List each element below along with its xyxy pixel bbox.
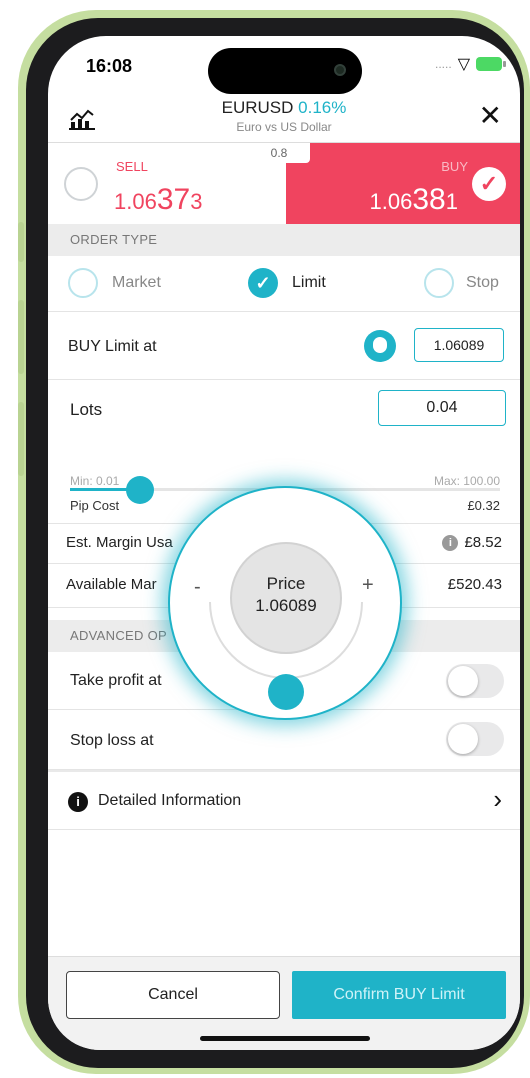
buy-price: 1.06381: [370, 183, 458, 217]
instrument-symbol: EURUSD: [221, 98, 294, 117]
volume-down-button: [18, 402, 24, 476]
margin-label: Est. Margin Usa: [66, 534, 173, 551]
order-type-row: Market ✓ Limit Stop: [48, 256, 520, 312]
status-time: 16:08: [86, 56, 133, 76]
stop-loss-label: Stop loss at: [70, 732, 154, 749]
limit-price-input[interactable]: 1.06089: [414, 328, 504, 362]
order-header: EURUSD 0.16% Euro vs US Dollar ✕: [48, 96, 520, 144]
details-row[interactable]: Detailed Information: [48, 770, 520, 830]
sell-label: SELL: [116, 159, 148, 174]
camera-dot: [334, 64, 346, 76]
cancel-button[interactable]: Cancel: [66, 971, 280, 1019]
margin-value: £8.52: [464, 534, 502, 551]
check-icon: ✓: [472, 167, 506, 201]
quote-panel: SELL 1.06373 BUY 1.06381 ✓ 0.8: [48, 142, 520, 225]
lots-max: Max: 100.00: [433, 474, 500, 488]
dial-plus-button[interactable]: +: [362, 574, 374, 597]
price-dial-icon[interactable]: [364, 330, 396, 362]
limit-row: BUY Limit at 1.06089: [48, 312, 520, 380]
stop-radio[interactable]: [424, 268, 454, 298]
status-indicators: ..... ▽: [435, 54, 506, 74]
battery-icon: [476, 57, 506, 71]
order-type-limit[interactable]: Limit: [292, 274, 326, 292]
order-type-heading: ORDER TYPE: [48, 224, 520, 256]
dial-label: Price: [266, 574, 306, 593]
dial-value: 1.06089: [255, 596, 317, 615]
instrument-title: EURUSD 0.16%: [48, 98, 520, 118]
buy-price-big: 38: [412, 183, 446, 216]
side-button: [18, 222, 24, 262]
limit-check-icon[interactable]: ✓: [248, 268, 278, 298]
dial-minus-button[interactable]: -: [194, 576, 201, 599]
stop-loss-toggle[interactable]: [446, 722, 504, 756]
details-label: Detailed Information: [98, 792, 242, 809]
take-profit-toggle[interactable]: [446, 664, 504, 698]
buy-button[interactable]: BUY 1.06381 ✓: [286, 143, 520, 225]
signal-icon: .....: [435, 57, 452, 71]
lots-min: Min: 0.01: [70, 474, 120, 488]
lots-input[interactable]: 0.04: [378, 390, 506, 426]
info-circle-icon: i: [68, 792, 88, 812]
buy-label: BUY: [441, 159, 468, 174]
market-radio[interactable]: [68, 268, 98, 298]
home-indicator[interactable]: [200, 1036, 370, 1041]
wifi-icon: ▽: [457, 56, 470, 73]
buy-price-suffix: 1: [445, 189, 458, 214]
volume-up-button: [18, 300, 24, 374]
app-screen: 16:08 ..... ▽ EURUSD 0.16% Euro vs US Do…: [48, 36, 520, 1050]
confirm-button[interactable]: Confirm BUY Limit: [292, 971, 506, 1019]
order-type-market[interactable]: Market: [112, 274, 161, 292]
dial-thumb[interactable]: [268, 674, 304, 710]
chevron-right-icon[interactable]: ›: [493, 784, 502, 815]
lots-label: Lots: [70, 400, 103, 419]
pip-cost-value: £0.32: [467, 498, 500, 513]
take-profit-label: Take profit at: [70, 672, 162, 689]
sell-price-prefix: 1.06: [114, 189, 157, 214]
close-icon[interactable]: ✕: [479, 102, 502, 130]
instrument-subtitle: Euro vs US Dollar: [236, 120, 332, 134]
spread-value: 0.8: [248, 143, 310, 163]
sell-radio[interactable]: [64, 167, 98, 201]
available-value: £520.43: [447, 576, 502, 593]
buy-price-prefix: 1.06: [369, 189, 413, 214]
order-type-stop[interactable]: Stop: [466, 274, 499, 292]
price-dial-icon-inner: [373, 337, 387, 353]
dynamic-island: [208, 48, 362, 94]
sell-price-suffix: 3: [190, 189, 203, 214]
limit-label: BUY Limit at: [68, 338, 157, 355]
sell-price-big: 37: [156, 183, 191, 216]
info-icon[interactable]: i: [442, 535, 459, 552]
available-label: Available Mar: [66, 576, 157, 593]
pip-cost-label: Pip Cost: [70, 498, 120, 513]
instrument-change: 0.16%: [298, 98, 347, 117]
price-dial-center: Price 1.06089: [230, 542, 342, 654]
sell-price: 1.06373: [114, 183, 202, 217]
margin-value-wrap: i £8.52: [442, 534, 502, 552]
